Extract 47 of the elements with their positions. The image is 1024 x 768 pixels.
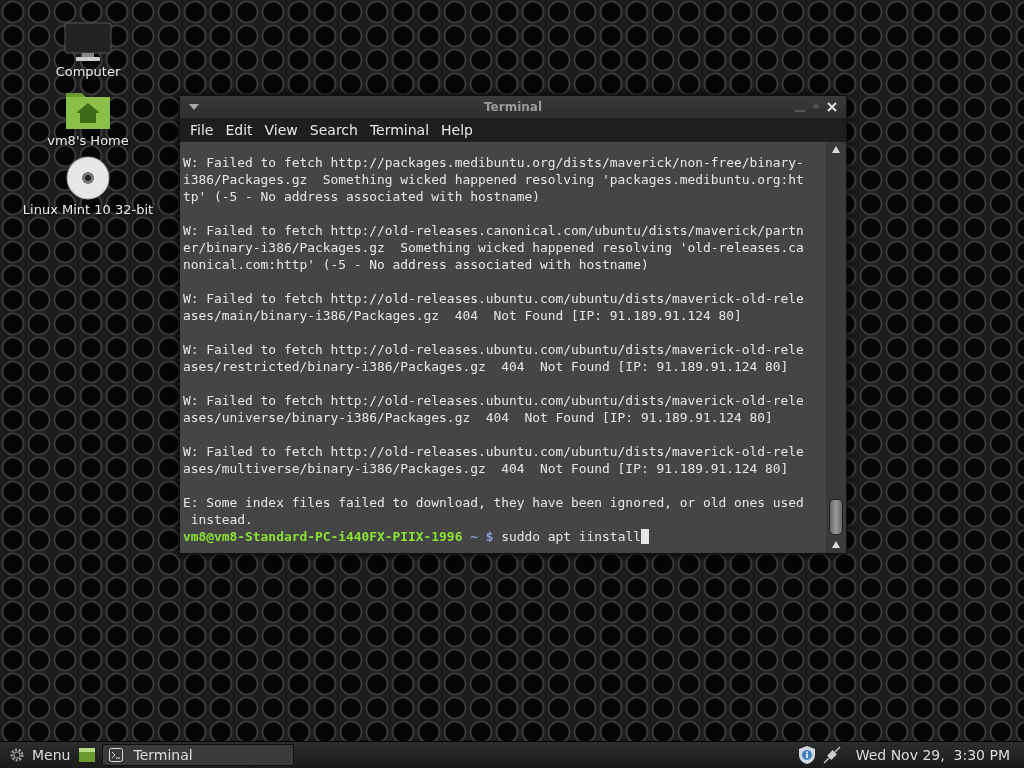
scroll-up-icon[interactable] [832, 539, 840, 551]
output-line: tp' (-5 - No address associated with hostname) [183, 188, 541, 205]
menu-item[interactable]: Edit [219, 122, 259, 138]
output-line: W: Failed to fetch http://old-releases.ubuntu.com/ubuntu/dists/maverick-old-rele [183, 443, 805, 460]
caret-icon [189, 104, 199, 110]
output-line: E: Some index files failed to download, they have been ignored, or old ones used [183, 494, 805, 511]
gear-icon [8, 746, 26, 764]
prompt-path: ~ $ [470, 528, 494, 545]
disc-icon [66, 156, 110, 200]
desktop-icon-label[interactable]: Computer [55, 64, 121, 79]
output-line: W: Failed to fetch http://old-releases.ubuntu.com/ubuntu/dists/maverick-old-rele [183, 341, 805, 358]
shield-icon[interactable] [797, 745, 816, 765]
output-line: W: Failed to fetch http://packages.medibuntu.org/dists/maverick/non-free/binary- [183, 154, 805, 171]
output-line: ases/restricted/binary-i386/Packages.gz 404 Not Found [IP: 91.189.91.124 80] [183, 358, 790, 375]
minimize-icon [795, 110, 805, 112]
output-line: instead. [189, 511, 254, 528]
command-text: suddo apt iinstall [501, 528, 641, 545]
monitor-icon [64, 22, 112, 62]
desktop-icon-label[interactable]: Linux Mint 10 32-bit [22, 202, 154, 217]
output-line: er/binary-i386/Packages.gz Something wicked happened resolving 'old-releases.ca [183, 239, 805, 256]
clock[interactable]: Wed Nov 29, 3:30 PM [847, 747, 1018, 763]
menu-item[interactable]: File [184, 122, 220, 138]
taskbar-task[interactable]: Terminal [102, 744, 295, 766]
menu-button[interactable]: Menu [6, 746, 73, 764]
menu-item[interactable]: Help [435, 122, 479, 138]
menu-item[interactable]: Terminal [363, 122, 436, 138]
desktop-icon[interactable] [78, 746, 97, 764]
output-line: ases/multiverse/binary-i386/Packages.gz 404 Not Found [IP: 91.189.91.124 80] [183, 460, 790, 477]
scrollbar[interactable] [826, 142, 846, 553]
network-plug-icon[interactable] [821, 745, 842, 765]
scrollbar-thumb[interactable] [829, 499, 843, 535]
output-line: W: Failed to fetch http://old-releases.ubuntu.com/ubuntu/dists/maverick-old-rele [183, 290, 805, 307]
menu-item[interactable]: Search [303, 122, 364, 138]
scroll-up-icon[interactable] [832, 144, 840, 156]
output-line: W: Failed to fetch http://old-releases.ubuntu.com/ubuntu/dists/maverick-old-rele [183, 392, 805, 409]
prompt-user-host: vm8@vm8-Standard-PC-i440FX-PIIX-1996 [183, 528, 463, 545]
output-line: ases/main/binary-i386/Packages.gz 404 Not Found [IP: 91.189.91.124 80] [183, 307, 743, 324]
output-line: nonical.com:http' (-5 - No address associated with hostname) [183, 256, 650, 273]
output-line: i386/Packages.gz Something wicked happened resolving 'packages.medibuntu.org:ht [183, 171, 805, 188]
close-icon [827, 102, 837, 112]
desktop-icon-label[interactable]: vm8's Home [47, 133, 129, 148]
output-line: ases/universe/binary-i386/Packages.gz 404 Not Found [IP: 91.189.91.124 80] [183, 409, 774, 426]
menu-item[interactable]: View [258, 122, 304, 138]
output-line: W: Failed to fetch http://old-releases.canonical.com/ubuntu/dists/maverick/partn [183, 222, 805, 239]
terminal-icon [109, 748, 124, 762]
text-cursor [640, 529, 649, 544]
window-title: Terminal [484, 100, 542, 114]
